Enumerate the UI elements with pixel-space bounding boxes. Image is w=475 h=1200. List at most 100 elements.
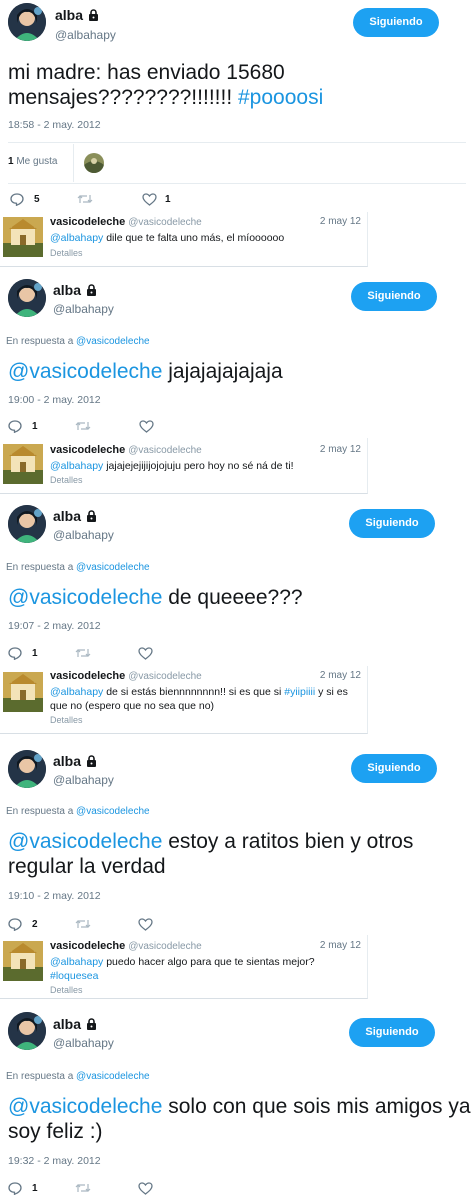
avatar[interactable] — [8, 279, 46, 317]
avatar[interactable] — [8, 3, 46, 41]
reply-action[interactable]: 5 — [10, 193, 40, 206]
reply-author-name[interactable]: vasicodeleche @vasicodeleche — [50, 670, 202, 682]
tweet-timestamp[interactable]: 19:32 - 2 may. 2012 — [8, 1155, 101, 1167]
reply-action[interactable]: 1 — [8, 420, 38, 433]
author-handle[interactable]: @albahapy — [53, 302, 114, 316]
like-action[interactable]: 1 — [142, 193, 171, 206]
reply-author-name[interactable]: vasicodeleche @vasicodeleche — [50, 216, 202, 228]
reply-author-handle[interactable]: @vasicodeleche — [128, 445, 202, 456]
avatar[interactable] — [8, 750, 46, 788]
follow-button[interactable]: Siguiendo — [349, 509, 435, 538]
details-link[interactable]: Detalles — [50, 985, 83, 995]
mention-link[interactable]: @vasicodeleche — [8, 586, 162, 609]
lock-icon — [87, 1018, 97, 1030]
avatar[interactable] — [8, 1012, 46, 1050]
author-name[interactable]: alba — [53, 753, 97, 769]
hashtag-link[interactable]: #yiipiiii — [284, 686, 315, 698]
mention-link[interactable]: @vasicodeleche — [76, 562, 150, 573]
reply-avatar[interactable] — [3, 941, 43, 981]
mention-link[interactable]: @vasicodeleche — [8, 360, 162, 383]
hashtag-link[interactable]: #poooosi — [238, 86, 323, 109]
tweet-timestamp[interactable]: 19:07 - 2 may. 2012 — [8, 620, 101, 632]
reply-date[interactable]: 2 may 12 — [320, 940, 361, 951]
reply-date[interactable]: 2 may 12 — [320, 216, 361, 227]
tweet-timestamp[interactable]: 19:00 - 2 may. 2012 — [8, 394, 101, 406]
quoted-reply[interactable]: vasicodeleche @vasicodeleche 2 may 12 @al… — [0, 212, 368, 267]
details-link[interactable]: Detalles — [50, 248, 83, 258]
author-name[interactable]: alba — [55, 7, 99, 23]
like-action[interactable] — [139, 420, 154, 433]
mention-link[interactable]: @albahapy — [50, 232, 103, 244]
tweet-text: @vasicodeleche solo con que sois mis ami… — [8, 1095, 471, 1143]
reply-icon — [8, 647, 22, 660]
mention-link[interactable]: @vasicodeleche — [8, 1095, 162, 1118]
tweet-timestamp[interactable]: 19:10 - 2 may. 2012 — [8, 890, 101, 902]
retweet-icon — [75, 422, 91, 430]
tweet-text: @vasicodeleche de queeee??? — [8, 586, 303, 609]
author-handle[interactable]: @albahapy — [53, 1036, 114, 1050]
retweet-action[interactable] — [75, 420, 91, 432]
heart-icon — [142, 193, 157, 206]
reply-icon — [8, 420, 22, 433]
reply-action[interactable]: 2 — [8, 918, 38, 931]
retweet-action[interactable] — [75, 647, 91, 659]
author-handle[interactable]: @albahapy — [53, 528, 114, 542]
in-reply-to: En respuesta a @vasicodeleche — [6, 336, 150, 347]
in-reply-to: En respuesta a @vasicodeleche — [6, 562, 150, 573]
mention-link[interactable]: @vasicodeleche — [8, 830, 162, 853]
tweet: alba @albahapy Siguiendo En respuesta a … — [0, 744, 475, 935]
reply-author-handle[interactable]: @vasicodeleche — [128, 941, 202, 952]
reply-action[interactable]: 1 — [8, 647, 38, 660]
retweet-action[interactable] — [75, 1182, 91, 1194]
mention-link[interactable]: @albahapy — [50, 686, 103, 698]
reply-text: @albahapy puedo hacer algo para que te s… — [50, 956, 315, 982]
reply-avatar[interactable] — [3, 672, 43, 712]
quoted-reply[interactable]: vasicodeleche @vasicodeleche 2 may 12 @al… — [0, 666, 368, 734]
tweet-timestamp[interactable]: 18:58 - 2 may. 2012 — [8, 119, 101, 131]
reply-action[interactable]: 1 — [8, 1182, 38, 1195]
mention-link[interactable]: @vasicodeleche — [76, 1071, 150, 1082]
reply-count: 5 — [34, 194, 40, 205]
liker-avatar[interactable] — [84, 153, 104, 173]
details-link[interactable]: Detalles — [50, 475, 83, 485]
follow-button[interactable]: Siguiendo — [351, 282, 437, 311]
retweet-action[interactable] — [77, 193, 93, 205]
retweet-icon — [75, 920, 91, 928]
heart-icon — [139, 420, 154, 433]
author-name[interactable]: alba — [53, 508, 97, 524]
reply-date[interactable]: 2 may 12 — [320, 670, 361, 681]
reply-author-name[interactable]: vasicodeleche @vasicodeleche — [50, 940, 202, 952]
tweet: alba @albahapy Siguiendo En respuesta a … — [0, 268, 475, 438]
details-link[interactable]: Detalles — [50, 715, 83, 725]
follow-button[interactable]: Siguiendo — [351, 754, 437, 783]
author-handle[interactable]: @albahapy — [53, 773, 114, 787]
divider — [8, 183, 466, 184]
mention-link[interactable]: @albahapy — [50, 956, 103, 968]
reply-author-handle[interactable]: @vasicodeleche — [128, 671, 202, 682]
mention-link[interactable]: @vasicodeleche — [76, 806, 150, 817]
like-action[interactable] — [138, 918, 153, 931]
follow-button[interactable]: Siguiendo — [353, 8, 439, 37]
author-handle[interactable]: @albahapy — [55, 28, 116, 42]
mention-link[interactable]: @vasicodeleche — [76, 336, 150, 347]
reply-author-name[interactable]: vasicodeleche @vasicodeleche — [50, 444, 202, 456]
retweet-icon — [75, 649, 91, 657]
likes-count[interactable]: 1 Me gusta — [8, 156, 57, 167]
follow-button[interactable]: Siguiendo — [349, 1018, 435, 1047]
like-action[interactable] — [138, 1182, 153, 1195]
author-name[interactable]: alba — [53, 282, 97, 298]
author-name[interactable]: alba — [53, 1016, 97, 1032]
reply-date[interactable]: 2 may 12 — [320, 444, 361, 455]
hashtag-link[interactable]: #loquesea — [50, 970, 98, 982]
mention-link[interactable]: @albahapy — [50, 460, 103, 472]
retweet-action[interactable] — [75, 918, 91, 930]
reply-avatar[interactable] — [3, 444, 43, 484]
avatar[interactable] — [8, 505, 46, 543]
reply-author-handle[interactable]: @vasicodeleche — [128, 217, 202, 228]
reply-text: @albahapy dile que te falta uno más, el … — [50, 232, 285, 244]
reply-icon — [8, 1182, 22, 1195]
reply-avatar[interactable] — [3, 217, 43, 257]
quoted-reply[interactable]: vasicodeleche @vasicodeleche 2 may 12 @al… — [0, 438, 368, 494]
like-action[interactable] — [138, 647, 153, 660]
quoted-reply[interactable]: vasicodeleche @vasicodeleche 2 may 12 @al… — [0, 935, 368, 999]
